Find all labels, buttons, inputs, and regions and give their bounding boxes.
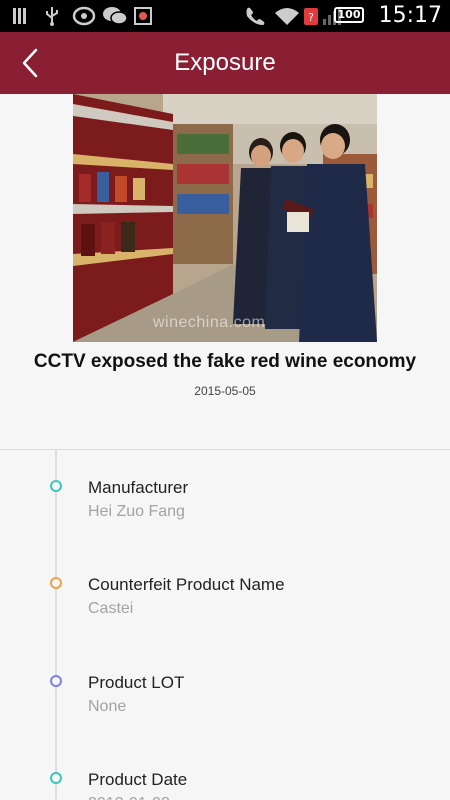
screenshot-icon (134, 6, 152, 26)
phone-icon (244, 6, 270, 26)
battery-icon: 100 (334, 7, 364, 23)
article-title: CCTV exposed the fake red wine economy (33, 351, 417, 372)
app-bar: Exposure (0, 32, 450, 94)
divider (0, 449, 450, 450)
detail-label: Product LOT (88, 673, 185, 692)
detail-label: Manufacturer (88, 478, 189, 497)
svg-text:?: ? (308, 11, 314, 24)
signal-bars-icon (12, 6, 30, 26)
wifi-icon (274, 6, 300, 26)
detail-item-product-lot: Product LOT None (0, 665, 450, 735)
timeline-dot (50, 480, 62, 492)
image-watermark: winechina.com (153, 314, 266, 331)
page-title: Exposure (174, 49, 276, 76)
status-bar: ? 100 15:17 (0, 0, 450, 32)
article-date: 2015-05-05 (194, 384, 256, 398)
detail-value: 2013-01-08 (88, 795, 170, 800)
detail-item-product-date: Product Date 2013-01-08 (0, 762, 450, 800)
timeline-dot (50, 577, 62, 589)
detail-label: Counterfeit Product Name (88, 575, 285, 594)
timeline-dot (50, 675, 62, 687)
usb-icon (44, 6, 60, 26)
timeline-dot (50, 772, 62, 784)
notification-icon: ? (303, 6, 319, 26)
detail-item-manufacturer: Manufacturer Hei Zuo Fang (0, 470, 450, 540)
detail-value: Hei Zuo Fang (88, 503, 185, 520)
detail-label: Product Date (88, 770, 188, 789)
status-time: 15:17 (378, 3, 442, 28)
detail-value: Castei (88, 600, 134, 617)
detail-value: None (88, 698, 127, 715)
wechat-icon (102, 6, 128, 26)
detail-item-product-name: Counterfeit Product Name Castei (0, 567, 450, 637)
sync-icon (72, 6, 96, 26)
article-image (73, 94, 377, 342)
